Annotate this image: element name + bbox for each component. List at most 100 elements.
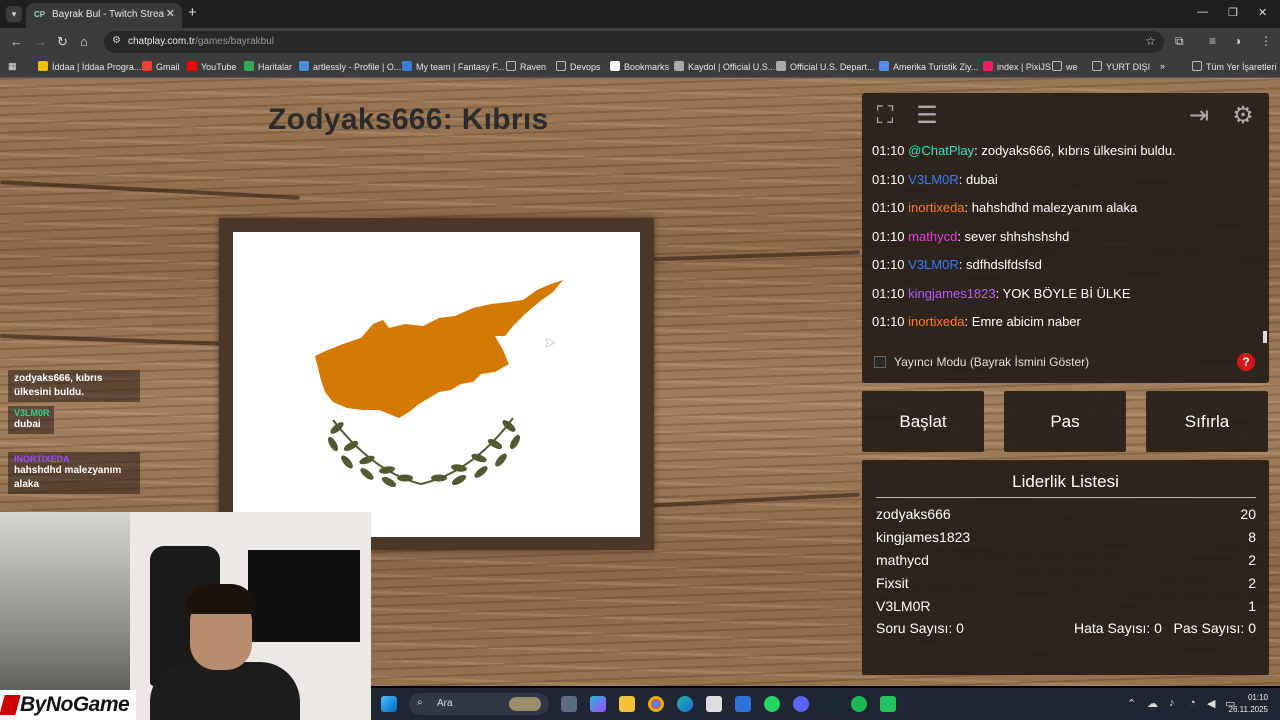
site-info-icon[interactable]: ⚙ (112, 35, 121, 46)
leaderboard-score: 20 (1240, 506, 1256, 522)
streamer-mode-checkbox[interactable] (874, 356, 886, 368)
browser-menu-icon[interactable]: ⋮ (1260, 34, 1272, 48)
edge-icon[interactable] (677, 696, 693, 712)
olive-branches (327, 417, 521, 488)
bookmark-item[interactable]: Kaydol | Official U.S... (674, 61, 775, 72)
tab-close-icon[interactable]: ✕ (166, 7, 175, 20)
start-menu-icon[interactable] (381, 696, 397, 712)
bookmark-item[interactable]: YouTube (187, 61, 236, 72)
taskbar-clock[interactable]: 01:10 26.11.2025 (1229, 692, 1268, 716)
bookmark-label: index | PixiJS (997, 62, 1051, 72)
mail-icon[interactable] (735, 696, 751, 712)
flag-island-shape (315, 280, 563, 418)
file-explorer-icon[interactable] (619, 696, 635, 712)
cloud-icon[interactable]: ☁ (1147, 697, 1158, 710)
leaderboard-score: 2 (1248, 575, 1256, 591)
copilot-icon[interactable] (590, 696, 606, 712)
bookmark-star-icon[interactable]: ☆ (1145, 34, 1156, 48)
chat-message: 01:10 mathycd: sever shhshshshd (872, 229, 1262, 258)
leaderboard-row: zodyaks666 20 (876, 506, 1256, 528)
bookmark-item[interactable]: Amerika Turistik Ziy... (879, 61, 978, 72)
bookmark-item[interactable]: İddaa | İddaa Progra... (38, 61, 141, 72)
reload-icon[interactable]: ↻ (57, 34, 68, 50)
volume-icon[interactable]: ◀ (1207, 697, 1215, 710)
leaderboard-panel: Liderlik Listesi zodyaks666 20 kingjames18… (862, 460, 1269, 675)
steam-icon[interactable] (822, 696, 838, 712)
browser-tab-active[interactable]: CP Bayrak Bul - Twitch Stream Game ✕ (26, 3, 182, 28)
leaderboard-row: kingjames1823 8 (876, 529, 1256, 551)
chat-user[interactable]: inortixeda (908, 200, 964, 215)
window-close-icon[interactable]: ✕ (1258, 6, 1267, 19)
address-bar[interactable]: ⚙ chatplay.com.tr/games/bayrakbul ☆ (104, 31, 1164, 53)
bookmark-item[interactable]: Raven (506, 61, 546, 72)
leaderboard-name: Fixsit (876, 575, 909, 591)
chat-user[interactable]: mathycd (908, 229, 957, 244)
olive-leaf (397, 474, 413, 482)
bookmark-item[interactable]: we (1052, 61, 1078, 72)
wood-crack (650, 492, 860, 508)
chat-user[interactable]: @ChatPlay (908, 143, 974, 158)
network-icon[interactable]: ◔ (1189, 697, 1196, 709)
bookmark-item[interactable]: index | PixiJS (983, 61, 1051, 72)
chat-message-list: 01:10 @ChatPlay: zodyaks666, kıbrıs ülke… (872, 143, 1262, 343)
bookmark-label: YURT DIŞI (1106, 62, 1151, 72)
tray-overflow-icon[interactable]: ⌃ (1127, 697, 1136, 710)
profile-icon[interactable]: ◑ (1234, 34, 1241, 48)
error-count: Hata Sayısı: 0 (1074, 620, 1162, 636)
bookmark-item[interactable]: My team | Fantasy F... (402, 61, 504, 72)
bookmark-item[interactable]: Bookmarks (610, 61, 669, 72)
bookmark-item[interactable]: Haritalar (244, 61, 292, 72)
taskbar-search[interactable]: ⌕ Ara (409, 693, 549, 715)
help-button[interactable]: ? (1237, 353, 1255, 371)
webcam-tv (248, 550, 360, 642)
home-icon[interactable]: ⌂ (80, 34, 88, 49)
olive-leaf (509, 434, 521, 450)
bookmark-item[interactable]: Gmail (142, 61, 180, 72)
chat-time: 01:10 (872, 143, 905, 158)
minimize-icon[interactable]: — (1197, 6, 1208, 18)
bookmark-item[interactable]: Devops (556, 61, 601, 72)
reset-button[interactable]: Sıfırla (1146, 391, 1268, 452)
new-tab-icon[interactable]: + (188, 4, 197, 21)
url-text[interactable]: chatplay.com.tr/games/bayrakbul (128, 36, 274, 47)
bynogame-logo-icon (0, 695, 21, 715)
chat-log-icon[interactable]: ☰ (912, 101, 942, 131)
whatsapp-icon[interactable] (764, 696, 780, 712)
settings-gear-icon[interactable]: ⚙ (1228, 101, 1258, 131)
chat-user[interactable]: inortixeda (908, 314, 964, 329)
start-button[interactable]: Başlat (862, 391, 984, 452)
bookmarks-overflow-icon[interactable]: » (1160, 61, 1165, 71)
bookmark-item[interactable]: YURT DIŞI (1092, 61, 1150, 72)
all-bookmarks-button[interactable]: Tüm Yer İşaretleri (1192, 61, 1277, 72)
taskbar-search-placeholder: Ara (437, 698, 453, 709)
bookmark-label: Official U.S. Depart... (790, 62, 875, 72)
leaderboard-name: V3LM0R (876, 598, 931, 614)
extensions-icon[interactable]: ⧉ (1175, 34, 1184, 49)
chat-user[interactable]: V3LM0R (908, 257, 959, 272)
task-view-icon[interactable] (561, 696, 577, 712)
chat-scrollbar[interactable] (1263, 331, 1267, 343)
back-icon[interactable]: ← (10, 34, 23, 49)
chat-user[interactable]: V3LM0R (908, 172, 959, 187)
bookmark-item[interactable]: Official U.S. Depart... (776, 61, 874, 72)
tab-search-menu-icon[interactable]: ▾ (6, 6, 22, 22)
fullscreen-icon[interactable]: ⛶ (870, 101, 900, 131)
leaderboard-divider (876, 497, 1256, 498)
exit-icon[interactable]: ⇥ (1184, 101, 1214, 131)
wood-crack (0, 333, 230, 347)
forward-icon[interactable]: → (34, 34, 47, 49)
chat-user[interactable]: kingjames1823 (908, 286, 995, 301)
chrome-icon[interactable] (648, 696, 664, 712)
discord-icon[interactable] (793, 696, 809, 712)
app-icon[interactable] (880, 696, 896, 712)
reading-list-icon[interactable]: ≡ (1209, 34, 1216, 48)
chat-message: 01:10 kingjames1823: YOK BÖYLE Bİ ÜLKE (872, 286, 1262, 315)
bookmark-item[interactable]: artlessly - Profile | O... (299, 61, 401, 72)
apps-grid-icon[interactable]: ▦ (8, 61, 17, 72)
microphone-icon[interactable]: ♪ (1169, 697, 1175, 709)
streamer-mode-toggle[interactable]: Yayıncı Modu (Bayrak İsmini Göster) (874, 355, 1089, 369)
store-icon[interactable] (706, 696, 722, 712)
spotify-icon[interactable] (851, 696, 867, 712)
restore-icon[interactable]: ❐ (1228, 6, 1238, 19)
pass-button[interactable]: Pas (1004, 391, 1126, 452)
